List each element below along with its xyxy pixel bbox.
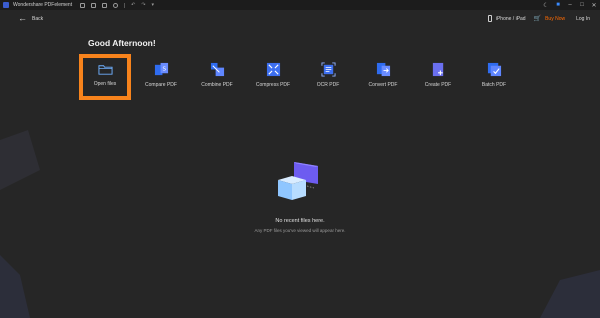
account-area: iPhone / iPad 🛒 Buy Now Log In xyxy=(487,15,590,22)
greeting-heading: Good Afternoon! xyxy=(88,38,156,48)
open-files-button[interactable]: Open files xyxy=(79,54,131,100)
tool-label: Open files xyxy=(93,81,117,87)
convert-icon xyxy=(376,62,390,77)
login-link[interactable]: Log In xyxy=(576,16,590,22)
tool-label: Compress PDF xyxy=(255,82,291,88)
tool-label: Convert PDF xyxy=(368,82,398,88)
tool-label: OCR PDF xyxy=(316,82,340,88)
settings-icon[interactable] xyxy=(113,2,119,8)
empty-state-title: No recent files here. xyxy=(275,218,325,224)
back-label: Back xyxy=(32,15,44,22)
decorative-shape xyxy=(0,130,40,190)
redo-icon[interactable]: ↷ xyxy=(141,2,145,8)
title-bar: Wondershare PDFelement ↶ ↷ ▾ ☾ ■ – □ ✕ xyxy=(0,0,600,10)
theme-moon-icon[interactable]: ☾ xyxy=(540,0,552,10)
batch-icon xyxy=(487,62,501,77)
empty-state-subtitle: Any PDF files you've viewed will appear … xyxy=(254,228,346,233)
create-pdf-button[interactable]: Create PDF xyxy=(413,58,463,100)
print-icon[interactable] xyxy=(102,2,108,8)
folder-icon xyxy=(97,65,113,75)
combine-pdf-button[interactable]: Combine PDF xyxy=(192,58,242,100)
cart-icon: 🛒 xyxy=(533,15,542,22)
compress-icon xyxy=(266,62,280,77)
maximize-icon[interactable]: □ xyxy=(576,0,588,10)
back-arrow-icon: ← xyxy=(18,13,27,23)
phone-icon xyxy=(487,15,492,22)
buy-now-link[interactable]: Buy Now xyxy=(545,16,565,22)
empty-files-illustration xyxy=(278,162,318,200)
notification-icon[interactable]: ■ xyxy=(552,0,564,10)
ocr-pdf-button[interactable]: OCR PDF xyxy=(303,58,353,100)
tool-label: Combine PDF xyxy=(201,82,233,88)
create-icon xyxy=(432,62,443,77)
top-bar: ← Back iPhone / iPad 🛒 Buy Now Log In xyxy=(0,10,600,28)
combine-icon xyxy=(210,62,224,77)
tool-label: Batch PDF xyxy=(481,82,507,88)
tool-label: Create PDF xyxy=(424,82,452,88)
customize-toolbar-icon[interactable]: ▾ xyxy=(152,2,155,8)
decorative-shape xyxy=(540,270,600,318)
quick-access-toolbar: ↶ ↷ ▾ xyxy=(80,2,155,8)
open-folder-icon[interactable] xyxy=(80,2,86,8)
back-button[interactable]: ← Back xyxy=(18,14,43,23)
app-title: Wondershare PDFelement xyxy=(13,2,73,8)
minimize-icon[interactable]: – xyxy=(564,0,576,10)
compare-pdf-button[interactable]: S Compare PDF xyxy=(136,58,186,100)
compare-icon: S xyxy=(154,62,168,76)
undo-icon[interactable]: ↶ xyxy=(131,2,135,8)
toolbar-divider xyxy=(124,2,126,8)
window-controls: ☾ ■ – □ ✕ xyxy=(540,0,600,10)
ocr-icon xyxy=(320,62,336,77)
compress-pdf-button[interactable]: Compress PDF xyxy=(248,58,298,100)
convert-pdf-button[interactable]: Convert PDF xyxy=(358,58,408,100)
tool-label: Compare PDF xyxy=(145,82,177,88)
device-link[interactable]: iPhone / iPad xyxy=(496,16,526,22)
save-icon[interactable] xyxy=(91,2,97,8)
decorative-shape xyxy=(0,255,30,318)
app-logo-icon xyxy=(3,2,9,8)
batch-pdf-button[interactable]: Batch PDF xyxy=(469,58,519,100)
svg-text:S: S xyxy=(162,66,166,72)
close-icon[interactable]: ✕ xyxy=(588,0,600,10)
